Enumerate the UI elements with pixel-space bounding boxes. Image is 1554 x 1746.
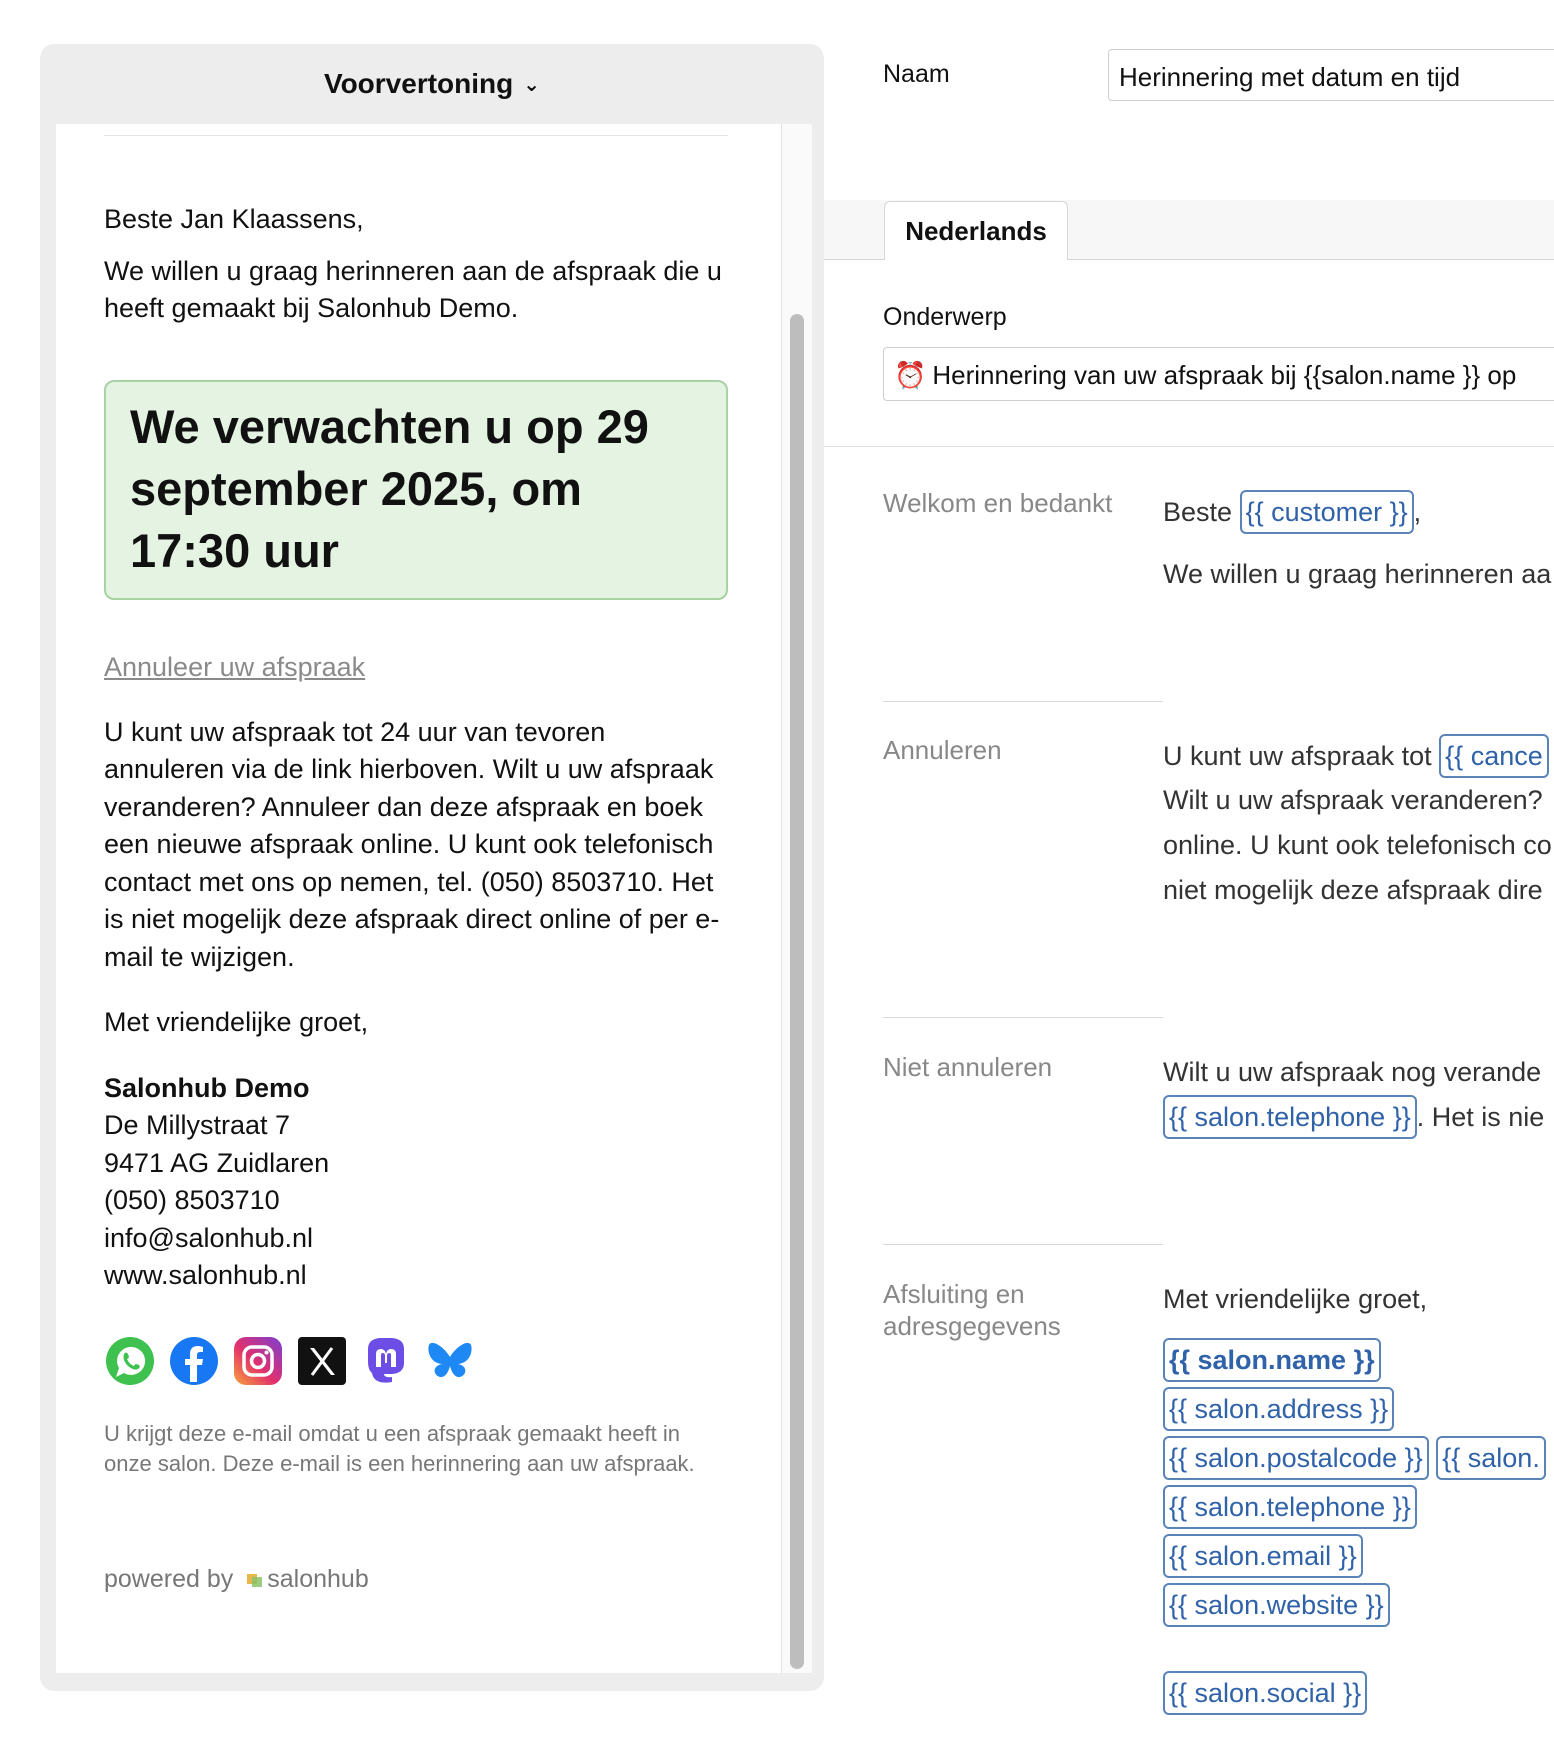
- preview-title: Voorvertoning: [323, 68, 514, 99]
- tag-salon-city[interactable]: {{ salon.: [1436, 1436, 1546, 1480]
- section-annuleren-line2[interactable]: Wilt u uw afspraak veranderen?: [1163, 778, 1543, 823]
- mastodon-icon[interactable]: [360, 1335, 412, 1387]
- social-icons: [104, 1335, 728, 1387]
- preview-panel: Voorvertoning ⌄ Beste Jan Klaassens, We …: [40, 44, 824, 1691]
- tag-salon-email[interactable]: {{ salon.email }}: [1163, 1534, 1363, 1578]
- tag-salon-website[interactable]: {{ salon.website }}: [1163, 1583, 1390, 1627]
- divider: [883, 701, 1163, 702]
- section-annuleren-line4[interactable]: niet mogelijk deze afspraak dire: [1163, 868, 1543, 913]
- instagram-icon[interactable]: [232, 1335, 284, 1387]
- tag-salon-postalcode[interactable]: {{ salon.postalcode }}: [1163, 1436, 1429, 1480]
- welkom-beste: Beste: [1163, 497, 1233, 527]
- divider: [824, 446, 1554, 447]
- divider: [883, 1244, 1163, 1245]
- whatsapp-icon[interactable]: [104, 1335, 156, 1387]
- section-welkom-line2[interactable]: We willen u graag herinneren aa: [1163, 552, 1551, 597]
- salon-website: www.salonhub.nl: [104, 1260, 307, 1290]
- annuleren-prefix: U kunt uw afspraak tot: [1163, 741, 1432, 771]
- onderwerp-input[interactable]: ⏰ Herinnering van uw afspraak bij {{salon…: [883, 347, 1554, 401]
- section-niet-annuleren-line2[interactable]: {{ salon.telephone }}. Het is nie: [1163, 1095, 1544, 1140]
- niet-annuleren-suffix: . Het is nie: [1416, 1102, 1545, 1132]
- x-icon[interactable]: [296, 1335, 348, 1387]
- section-label-niet-annuleren: Niet annuleren: [883, 1052, 1053, 1082]
- chevron-down-icon: ⌄: [523, 73, 541, 96]
- powered-by-brand: salonhub: [267, 1564, 369, 1593]
- section-niet-annuleren-line1[interactable]: Wilt u uw afspraak nog verande: [1163, 1050, 1541, 1095]
- powered-by-label: powered by: [104, 1564, 234, 1593]
- alarm-clock-icon: ⏰: [894, 360, 927, 390]
- section-label-afsluiting: Afsluiting en adresgegevens: [883, 1279, 1061, 1341]
- scrollbar[interactable]: [781, 124, 812, 1673]
- tag-salon-telephone[interactable]: {{ salon.telephone }}: [1163, 1485, 1417, 1529]
- tag-salon-address[interactable]: {{ salon.address }}: [1163, 1387, 1395, 1431]
- salon-name: Salonhub Demo: [104, 1072, 310, 1103]
- section-label-welkom: Welkom en bedankt: [883, 488, 1113, 518]
- tag-customer[interactable]: {{ customer }}: [1239, 490, 1414, 534]
- cancel-appointment-link[interactable]: Annuleer uw afspraak: [104, 648, 728, 686]
- email-preview[interactable]: Beste Jan Klaassens, We willen u graag h…: [56, 124, 812, 1673]
- tag-cancel[interactable]: {{ cance: [1439, 734, 1549, 778]
- email-regards: Met vriendelijke groet,: [104, 1007, 369, 1037]
- salonhub-logo-icon: [247, 1574, 263, 1587]
- salon-address-block: Salonhub Demo De Millystraat 7 9471 AG Z…: [104, 1070, 728, 1295]
- section-annuleren-line1[interactable]: U kunt uw afspraak tot {{ cance: [1163, 734, 1549, 779]
- divider: [883, 1017, 1163, 1018]
- tag-salon-social[interactable]: {{ salon.social }}: [1163, 1671, 1368, 1715]
- bluesky-icon[interactable]: [424, 1335, 476, 1387]
- onderwerp-value: Herinnering van uw afspraak bij {{salon.…: [932, 360, 1517, 390]
- scrollbar-thumb[interactable]: [790, 314, 804, 1669]
- afsluiting-regards[interactable]: Met vriendelijke groet,: [1163, 1277, 1427, 1322]
- powered-by: powered by salonhub: [104, 1565, 728, 1594]
- salon-city: 9471 AG Zuidlaren: [104, 1147, 330, 1178]
- afsluiting-tags[interactable]: {{ salon.name }} {{ salon.address }} {{ …: [1163, 1338, 1546, 1720]
- salon-street: De Millystraat 7: [104, 1110, 291, 1140]
- naam-input[interactable]: Herinnering met datum en tijd: [1108, 49, 1554, 101]
- preview-dropdown[interactable]: Voorvertoning ⌄: [40, 44, 824, 124]
- email-intro: We willen u graag herinneren aan de afsp…: [104, 255, 722, 324]
- welkom-comma: ,: [1413, 497, 1422, 527]
- naam-label: Naam: [883, 60, 950, 88]
- tab-nederlands[interactable]: Nederlands: [884, 201, 1068, 260]
- onderwerp-label: Onderwerp: [883, 303, 1007, 331]
- email-greeting: Beste Jan Klaassens,: [104, 204, 364, 234]
- cancel-text: U kunt uw afspraak tot 24 uur van tevore…: [104, 716, 720, 972]
- tag-salon-name[interactable]: {{ salon.name }}: [1163, 1338, 1381, 1382]
- facebook-icon[interactable]: [168, 1335, 220, 1387]
- footer-note: U krijgt deze e-mail omdat u een afspraa…: [104, 1420, 695, 1476]
- salon-email: info@salonhub.nl: [104, 1222, 314, 1253]
- section-annuleren-line3[interactable]: online. U kunt ook telefonisch co: [1163, 823, 1552, 868]
- section-label-annuleren: Annuleren: [883, 735, 1002, 765]
- appointment-highlight: We verwachten u op 29 september 2025, om…: [104, 379, 728, 600]
- section-welkom-line1[interactable]: Beste {{ customer }},: [1163, 490, 1421, 535]
- tag-telephone[interactable]: {{ salon.telephone }}: [1163, 1095, 1417, 1139]
- salon-phone: (050) 8503710: [104, 1185, 280, 1215]
- divider: [104, 135, 728, 136]
- email-content: Beste Jan Klaassens, We willen u graag h…: [104, 124, 728, 1594]
